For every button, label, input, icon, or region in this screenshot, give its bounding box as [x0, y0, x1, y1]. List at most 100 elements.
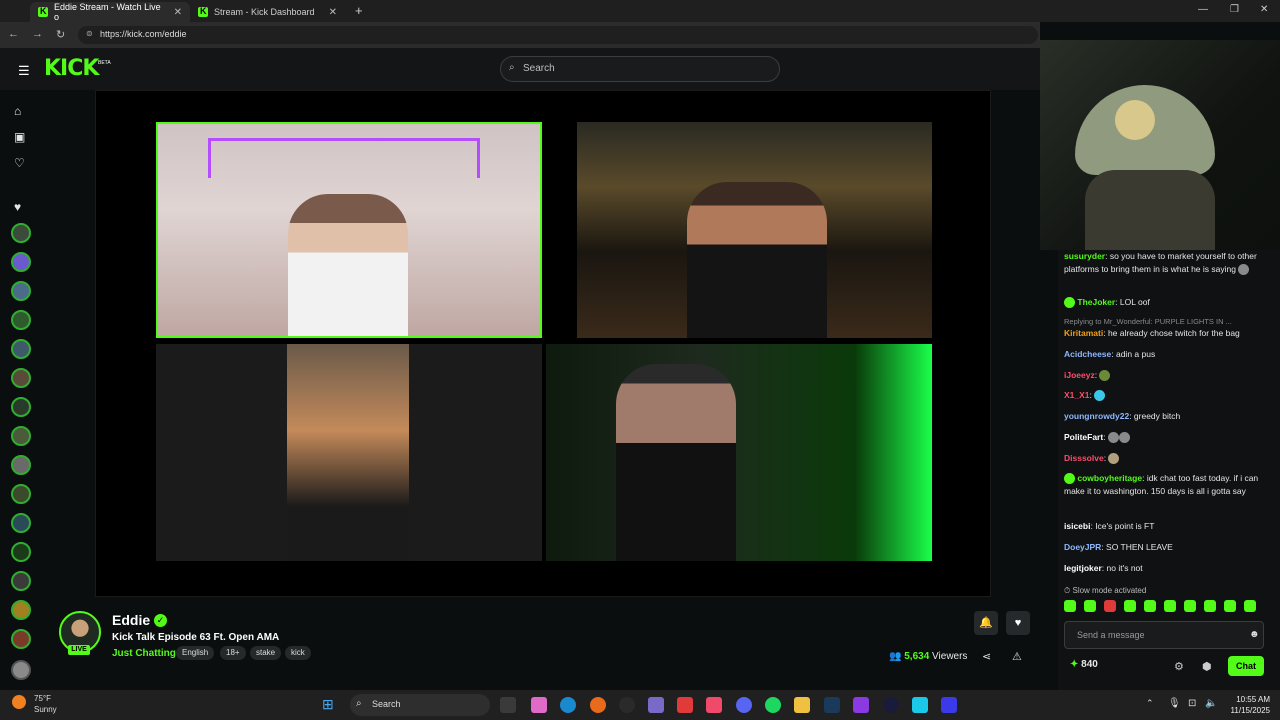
tag-pill[interactable]: kick	[285, 646, 311, 660]
emote-icon[interactable]	[1064, 600, 1076, 612]
chat-username[interactable]: cowboyheritage	[1077, 473, 1142, 483]
channel-avatar[interactable]	[11, 368, 31, 388]
home-icon[interactable]: ⌂	[14, 104, 21, 118]
share-icon[interactable]: ⋖	[982, 650, 991, 663]
url-field[interactable]: ⊜ https://kick.com/eddie	[78, 26, 1038, 44]
chat-username[interactable]: DoeyJPR	[1064, 542, 1101, 552]
music-icon[interactable]	[706, 697, 722, 713]
maximize-icon[interactable]: ❐	[1230, 4, 1239, 15]
kick-logo[interactable]: KICK	[44, 56, 99, 81]
channel-avatar[interactable]	[11, 281, 31, 301]
send-chat-button[interactable]: Chat	[1228, 656, 1264, 676]
follow-heart-button[interactable]: ♥	[1006, 611, 1030, 635]
chat-username[interactable]: PoliteFart	[1064, 432, 1103, 442]
tag-pill[interactable]: English	[176, 646, 215, 660]
back-icon[interactable]: ←	[8, 28, 19, 40]
file-explorer-icon[interactable]	[794, 697, 810, 713]
firefox-icon[interactable]	[590, 697, 606, 713]
volume-icon[interactable]: 🔈	[1205, 698, 1217, 709]
microphone-icon[interactable]: 🎙	[1168, 698, 1181, 709]
emote-icon[interactable]	[1224, 600, 1236, 612]
chat-username[interactable]: TheJoker	[1077, 297, 1115, 307]
app-icon[interactable]	[853, 697, 869, 713]
close-tab-icon[interactable]: ✕	[174, 7, 182, 18]
following-icon[interactable]: ♡	[14, 156, 25, 170]
channel-avatar[interactable]	[11, 455, 31, 475]
taskbar-search[interactable]: ⌕ Search	[350, 694, 490, 716]
channel-avatar[interactable]	[11, 310, 31, 330]
channel-avatar[interactable]	[11, 629, 31, 649]
tag-pill[interactable]: stake	[250, 646, 282, 660]
emote-icon[interactable]	[1124, 600, 1136, 612]
app-icon[interactable]	[677, 697, 693, 713]
channel-points[interactable]: ✦ 840	[1070, 659, 1098, 670]
tag-pill[interactable]: 18+	[220, 646, 246, 660]
weather-widget[interactable]: 75°F Sunny	[12, 693, 57, 715]
copilot-icon[interactable]	[531, 697, 547, 713]
streamer-name[interactable]: Eddie	[112, 612, 150, 628]
network-icon[interactable]: ⊡	[1188, 698, 1196, 709]
chat-message: susuryder: so you have to market yoursel…	[1064, 250, 1264, 276]
chat-username[interactable]: legitjoker	[1064, 563, 1102, 573]
channel-avatar[interactable]	[11, 252, 31, 272]
close-window-icon[interactable]: ✕	[1260, 4, 1268, 15]
chat-username[interactable]: Disssolve	[1064, 453, 1104, 463]
chat-username[interactable]: X1_X1	[1064, 390, 1090, 400]
channel-avatar[interactable]	[11, 426, 31, 446]
channel-avatar[interactable]	[11, 484, 31, 504]
channel-avatar[interactable]	[11, 513, 31, 533]
emote-icon[interactable]	[1084, 600, 1096, 612]
edge-icon[interactable]	[560, 697, 576, 713]
app-icon[interactable]	[619, 697, 635, 713]
chat-username[interactable]: susuryder	[1064, 251, 1105, 261]
discord-icon[interactable]	[736, 697, 752, 713]
category-link[interactable]: Just Chatting	[112, 648, 176, 659]
chat-username[interactable]: youngnrowdy22	[1064, 411, 1129, 421]
search-input[interactable]: ⌕ Search	[500, 56, 780, 82]
channel-avatar[interactable]	[11, 660, 31, 680]
notification-bell-button[interactable]: 🔔	[974, 611, 998, 635]
chat-username[interactable]: Acidcheese	[1064, 349, 1111, 359]
channel-avatar[interactable]	[11, 542, 31, 562]
minimize-icon[interactable]: —	[1198, 4, 1208, 15]
new-tab-button[interactable]: +	[355, 3, 363, 18]
tab-kick-dashboard[interactable]: Stream - Kick Dashboard ✕	[190, 2, 345, 22]
app-icon[interactable]	[912, 697, 928, 713]
emote-icon[interactable]	[1104, 600, 1116, 612]
chat-username[interactable]: iJoeeyz	[1064, 370, 1095, 380]
chat-username[interactable]: Kiritamati	[1064, 328, 1103, 338]
settings-gear-icon[interactable]: ⚙	[1174, 660, 1184, 673]
emote-icon[interactable]	[1164, 600, 1176, 612]
chat-tools-icon[interactable]: ⬢	[1202, 660, 1212, 673]
emote-icon[interactable]	[1144, 600, 1156, 612]
channel-avatar[interactable]	[11, 600, 31, 620]
close-tab-icon[interactable]: ✕	[329, 7, 337, 18]
browse-icon[interactable]: ▣	[14, 130, 25, 144]
forward-icon[interactable]: →	[32, 28, 43, 40]
video-player[interactable]	[95, 90, 991, 597]
tray-chevron-icon[interactable]: ⌃	[1146, 698, 1154, 709]
emote-icon[interactable]	[1204, 600, 1216, 612]
site-info-icon[interactable]: ⊜	[86, 29, 93, 38]
app-icon[interactable]	[941, 697, 957, 713]
menu-icon[interactable]: ☰	[18, 63, 30, 79]
report-icon[interactable]: ⚠	[1012, 650, 1022, 663]
channel-avatar[interactable]	[11, 339, 31, 359]
windows-start-icon[interactable]: ⊞	[322, 696, 334, 713]
chat-username[interactable]: isicebi	[1064, 521, 1090, 531]
refresh-icon[interactable]: ↻	[56, 28, 65, 41]
task-view-icon[interactable]	[500, 697, 516, 713]
channel-avatar[interactable]	[11, 571, 31, 591]
tab-eddie-stream[interactable]: Eddie Stream - Watch Live o ✕	[30, 2, 190, 22]
chat-message-input[interactable]: Send a message ☻	[1064, 621, 1264, 649]
app-icon[interactable]	[648, 697, 664, 713]
taskbar-clock[interactable]: 10:55 AM 11/15/2025	[1220, 694, 1270, 716]
steam-icon[interactable]	[824, 697, 840, 713]
channel-avatar[interactable]	[11, 223, 31, 243]
emote-icon[interactable]	[1244, 600, 1256, 612]
emote-icon[interactable]	[1184, 600, 1196, 612]
app-icon[interactable]	[883, 697, 899, 713]
emoji-picker-icon[interactable]: ☻	[1249, 629, 1260, 640]
spotify-icon[interactable]	[765, 697, 781, 713]
channel-avatar[interactable]	[11, 397, 31, 417]
